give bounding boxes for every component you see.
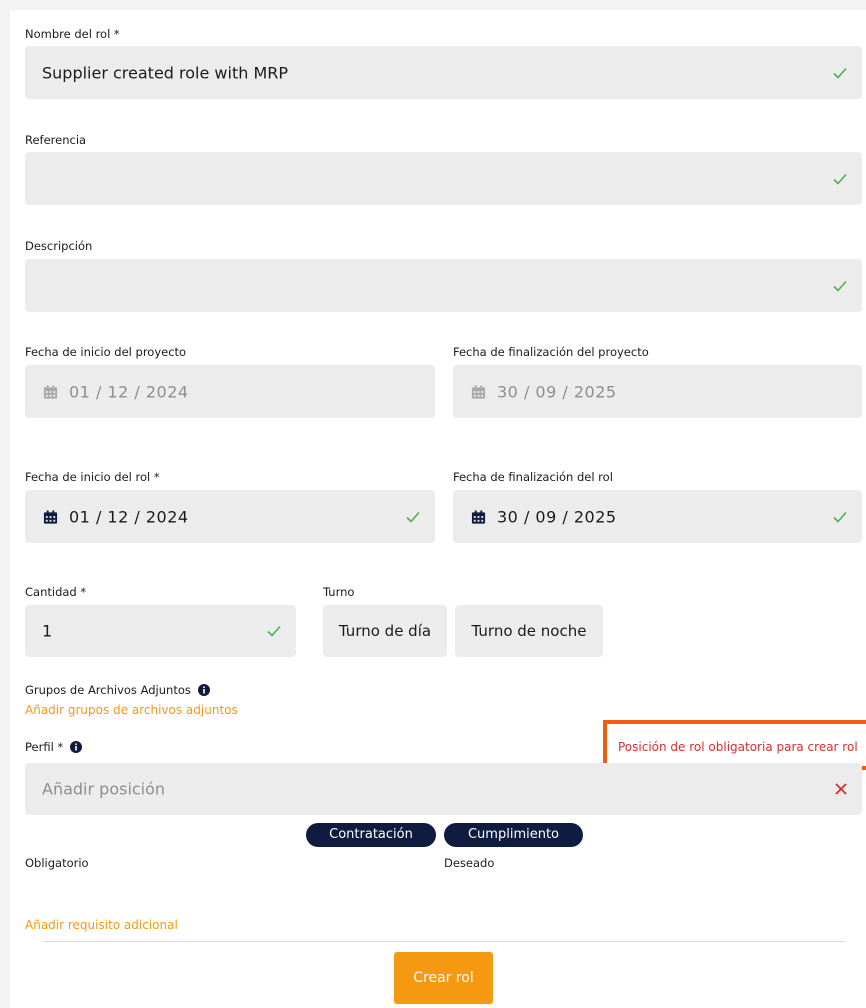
calendar-icon[interactable]	[471, 509, 486, 524]
profile-label-row: Perfil *	[25, 740, 82, 754]
check-icon	[267, 625, 281, 637]
reference-input[interactable]	[25, 152, 862, 205]
tag-contratacion[interactable]: Contratación	[306, 823, 436, 847]
mandatory-label: Obligatorio	[25, 856, 89, 870]
project-start-value: 01 / 12 / 2024	[69, 382, 189, 401]
calendar-icon	[43, 384, 58, 399]
add-attachment-groups-link[interactable]: Añadir grupos de archivos adjuntos	[25, 703, 238, 717]
profile-position-input[interactable]: Añadir posición	[25, 763, 862, 815]
description-label: Descripción	[25, 239, 93, 253]
check-icon	[833, 511, 847, 523]
quantity-label: Cantidad *	[25, 585, 87, 599]
role-end-date-input[interactable]: 30 / 09 / 2025	[453, 490, 862, 543]
info-icon[interactable]	[197, 684, 210, 696]
check-icon	[406, 511, 420, 523]
shift-day-button[interactable]: Turno de día	[323, 605, 447, 657]
close-icon	[835, 783, 847, 795]
attachments-label: Grupos de Archivos Adjuntos	[25, 683, 191, 697]
check-icon	[833, 173, 847, 185]
role-name-label: Nombre del rol *	[25, 27, 120, 41]
project-end-value: 30 / 09 / 2025	[497, 382, 617, 401]
role-start-value: 01 / 12 / 2024	[69, 507, 189, 526]
quantity-value: 1	[42, 621, 53, 641]
calendar-icon[interactable]	[43, 509, 58, 524]
shift-label: Turno	[323, 585, 355, 599]
add-requirement-link[interactable]: Añadir requisito adicional	[25, 918, 178, 932]
attachments-label-row: Grupos de Archivos Adjuntos	[25, 683, 210, 697]
description-input[interactable]	[25, 259, 862, 312]
project-end-label: Fecha de finalización del proyecto	[453, 345, 649, 359]
role-name-value: Supplier created role with MRP	[42, 63, 289, 82]
tag-cumplimiento[interactable]: Cumplimiento	[444, 823, 583, 847]
check-icon	[833, 280, 847, 292]
role-end-label: Fecha de finalización del rol	[453, 470, 613, 484]
calendar-icon	[471, 384, 486, 399]
info-icon[interactable]	[69, 741, 82, 753]
create-role-button[interactable]: Crear rol	[394, 952, 493, 1004]
reference-label: Referencia	[25, 133, 87, 147]
project-start-date-field: 01 / 12 / 2024	[25, 365, 435, 418]
role-end-value: 30 / 09 / 2025	[497, 507, 617, 526]
role-start-date-input[interactable]: 01 / 12 / 2024	[25, 490, 435, 543]
project-start-label: Fecha de inicio del proyecto	[25, 345, 187, 359]
shift-night-button[interactable]: Turno de noche	[455, 605, 603, 657]
profile-error-message: Posición de rol obligatoria para crear r…	[618, 740, 858, 754]
quantity-input[interactable]: 1	[25, 605, 296, 657]
profile-label: Perfil *	[25, 740, 64, 754]
profile-placeholder: Añadir posición	[42, 779, 166, 799]
desired-label: Deseado	[444, 856, 495, 870]
divider	[43, 941, 845, 942]
project-end-date-field: 30 / 09 / 2025	[453, 365, 862, 418]
role-name-input[interactable]: Supplier created role with MRP	[25, 46, 862, 99]
check-icon	[833, 67, 847, 79]
role-start-label: Fecha de inicio del rol *	[25, 470, 160, 484]
